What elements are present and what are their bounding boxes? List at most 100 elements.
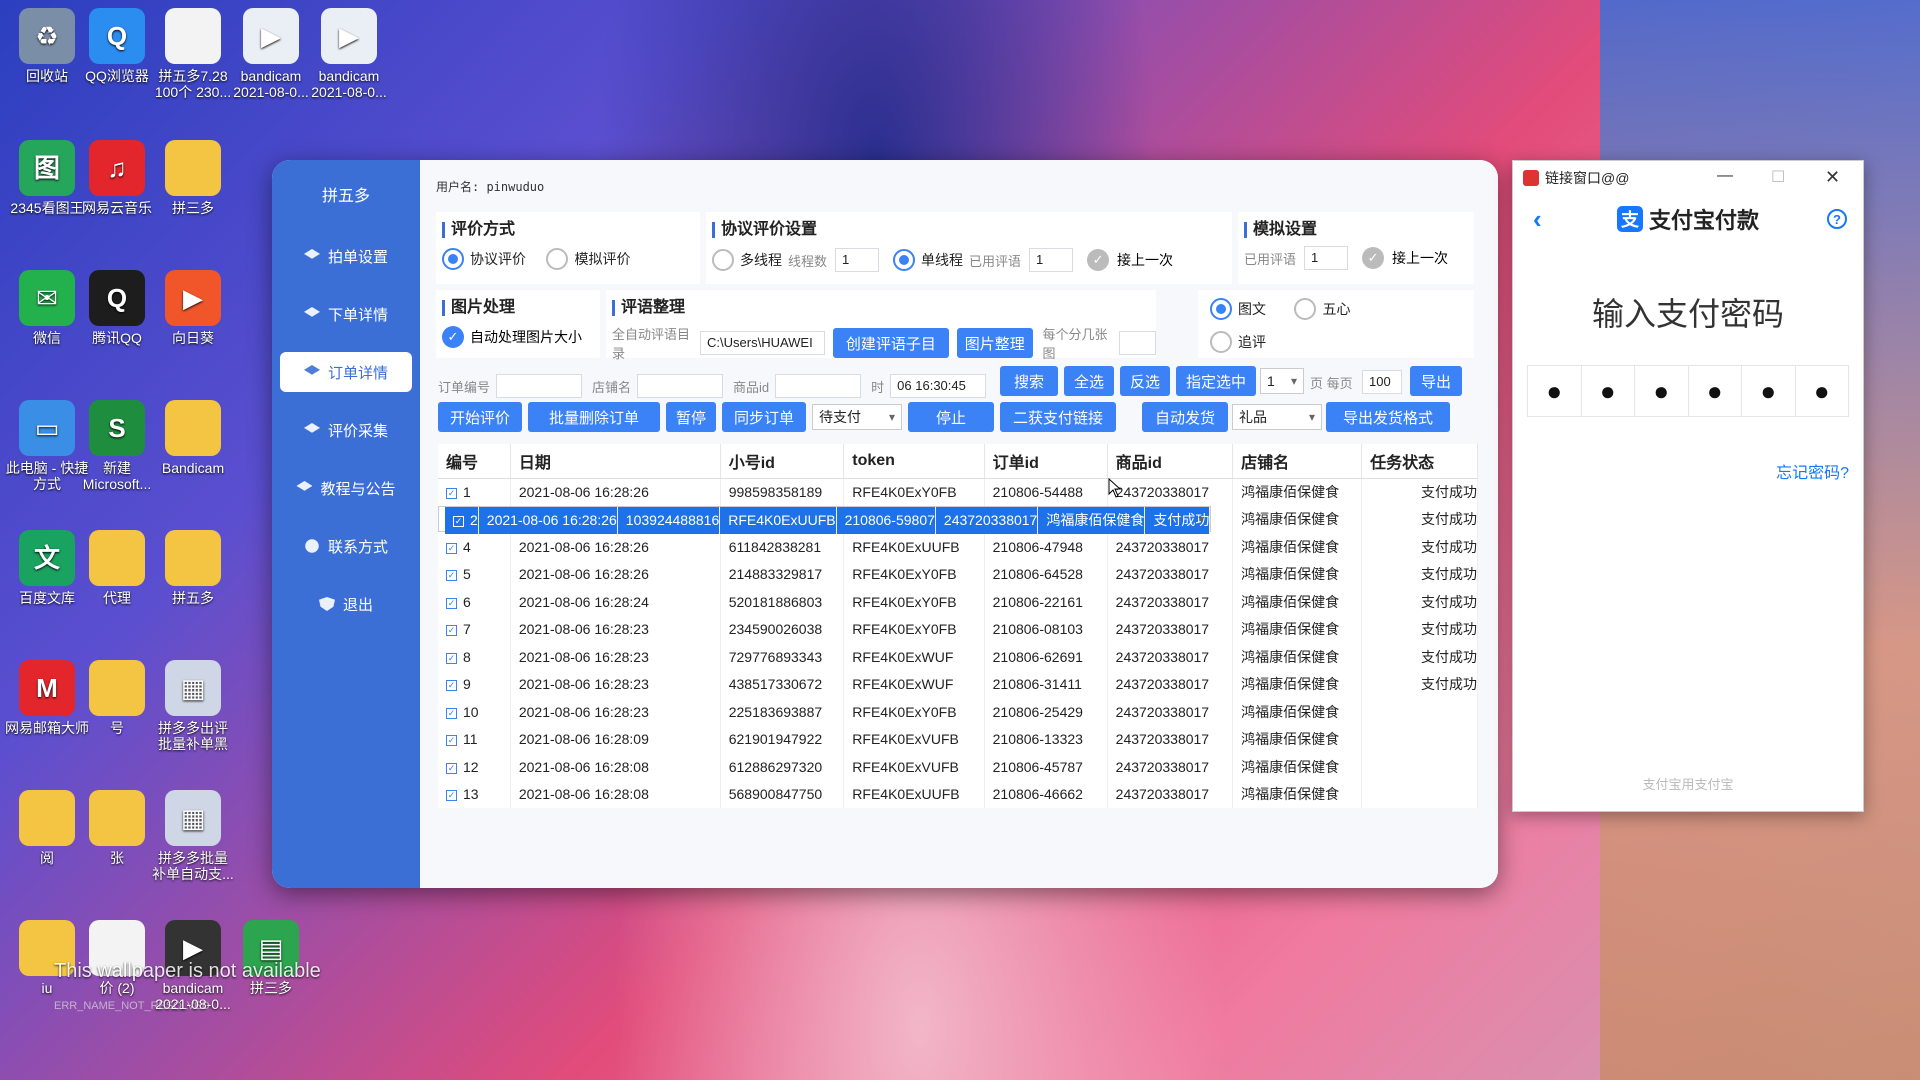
row-checkbox[interactable]: ✓ (446, 570, 457, 582)
desktop-icon[interactable]: ▶ bandicam 2021-08-0... (226, 8, 316, 100)
pause-button[interactable]: 暂停 (666, 402, 716, 432)
column-header[interactable]: 日期 (510, 444, 721, 479)
table-row[interactable]: ✓ 5 2021-08-06 16:28:26 214883329817 RFE4K0E… (438, 560, 1478, 588)
stop-button[interactable]: 停止 (908, 402, 994, 432)
table-row[interactable]: ✓ 1 2021-08-06 16:28:26 998598358189 RFE4K0E… (438, 478, 1478, 506)
row-checkbox[interactable]: ✓ (446, 625, 457, 637)
row-checkbox[interactable]: ✓ (446, 487, 457, 499)
auto-resize-check-icon[interactable]: ✓ (442, 326, 464, 348)
radio-image-text[interactable]: 图文 (1210, 298, 1266, 320)
table-row[interactable]: ✓ 10 2021-08-06 16:28:23 225183693887 RFE4K0… (438, 698, 1478, 726)
table-row[interactable]: ✓ 12 2021-08-06 16:28:08 612886297320 RFE4K0… (438, 753, 1478, 781)
pay-maximize-icon[interactable]: ☐ (1771, 167, 1785, 187)
page-select[interactable]: 1 (1260, 368, 1304, 394)
order-id-input[interactable] (496, 374, 583, 398)
shop-input[interactable] (637, 374, 724, 398)
table-cell: 鸿福康佰保健食 (1232, 588, 1363, 616)
row-checkbox[interactable]: ✓ (446, 680, 457, 692)
threads-input[interactable]: 1 (835, 248, 880, 272)
export-button[interactable]: 导出 (1410, 366, 1462, 396)
row-checkbox[interactable]: ✓ (446, 542, 457, 554)
help-icon[interactable]: ? (1827, 209, 1847, 229)
table-cell: ✓ 10 (438, 698, 511, 726)
table-row[interactable]: ✓ 2 2021-08-06 16:28:26 103924488816 RFE4K0E… (438, 505, 1212, 534)
radio-follow-up[interactable]: 追评 (1210, 331, 1266, 353)
desktop-icon[interactable]: ▦ 拼多多批量 补单自动支... (148, 790, 238, 882)
radio-five-heart[interactable]: 五心 (1294, 298, 1350, 320)
create-subdir-button[interactable]: 创建评语子目 (832, 328, 949, 358)
column-header[interactable]: 店铺名 (1232, 444, 1363, 479)
desktop-icon[interactable]: ▦ 拼多多出评 批量补单黑 (148, 660, 238, 752)
sidebar-item[interactable]: 评价采集 (280, 410, 412, 450)
desktop-icon[interactable]: ▶ bandicam 2021-08-0... (304, 8, 394, 100)
radio-multi-thread[interactable]: 多线程 (712, 249, 782, 271)
image-org-button[interactable]: 图片整理 (956, 328, 1033, 358)
search-button[interactable]: 搜索 (1000, 366, 1058, 396)
column-header[interactable]: 编号 (438, 444, 511, 479)
row-checkbox[interactable]: ✓ (446, 597, 457, 609)
sim-continue-check-icon[interactable]: ✓ (1362, 247, 1385, 269)
sidebar-item[interactable]: 联系方式 (280, 526, 412, 566)
column-header[interactable]: 商品id (1107, 444, 1234, 479)
status-select[interactable]: 待支付 (812, 404, 902, 430)
row-checkbox[interactable]: ✓ (446, 707, 457, 719)
password-input[interactable]: ● ● ● ● ● ● (1527, 365, 1849, 417)
sidebar-item[interactable]: 下单详情 (280, 294, 412, 334)
forgot-password-link[interactable]: 忘记密码? (1513, 459, 1849, 483)
row-checkbox[interactable]: ✓ (446, 762, 457, 774)
per-page-input[interactable]: 100 (1362, 370, 1402, 394)
sidebar-item[interactable]: 订单详情 (280, 352, 412, 392)
desktop-icon[interactable]: 拼三多 (148, 140, 238, 216)
per-images-input[interactable] (1119, 331, 1156, 355)
radio-single-thread[interactable]: 单线程 (893, 249, 963, 271)
column-header[interactable]: 任务状态 (1361, 444, 1478, 479)
pay-close-icon[interactable]: ✕ (1825, 167, 1840, 188)
radio-simulate-review[interactable]: 模拟评价 (546, 248, 630, 270)
select-all-button[interactable]: 全选 (1064, 366, 1114, 396)
sim-used-input[interactable]: 1 (1304, 246, 1349, 270)
table-row[interactable]: ✓ 13 2021-08-06 16:28:08 568900847750 RFE4K0… (438, 780, 1478, 808)
continue-check-icon[interactable]: ✓ (1087, 249, 1110, 271)
row-checkbox[interactable]: ✓ (453, 516, 464, 528)
table-row[interactable]: ✓ 7 2021-08-06 16:28:23 234590026038 RFE4K0E… (438, 615, 1478, 643)
table-row[interactable]: ✓ 11 2021-08-06 16:28:09 621901947922 RFE4K0… (438, 725, 1478, 753)
row-checkbox[interactable]: ✓ (446, 652, 457, 664)
row-checkbox[interactable]: ✓ (446, 735, 457, 747)
table-row[interactable]: ✓ 4 2021-08-06 16:28:26 611842838281 RFE4K0E… (438, 533, 1478, 561)
row-checkbox[interactable]: ✓ (446, 790, 457, 802)
second-pay-link-button[interactable]: 二获支付链接 (1000, 402, 1116, 432)
table-row[interactable]: ✓ 9 2021-08-06 16:28:23 438517330672 RFE4K0E… (438, 670, 1478, 698)
radio-protocol-review[interactable]: 协议评价 (442, 248, 526, 270)
sidebar-item[interactable]: 退出 (280, 584, 412, 624)
table-cell: 鸿福康佰保健食 (1232, 753, 1363, 781)
start-review-button[interactable]: 开始评价 (438, 402, 522, 432)
sidebar-item[interactable]: 拍单设置 (280, 236, 412, 276)
goods-input[interactable] (775, 374, 862, 398)
app-icon (19, 790, 75, 846)
desktop-icon[interactable]: ▤ 拼三多 (226, 920, 316, 996)
time-input[interactable]: 06 16:30:45 (890, 374, 987, 398)
sidebar-item[interactable]: 教程与公告 (280, 468, 412, 508)
auto-ship-button[interactable]: 自动发货 (1142, 402, 1228, 432)
table-row[interactable]: ✓ 8 2021-08-06 16:28:23 729776893343 RFE4K0E… (438, 643, 1478, 671)
export-ship-format-button[interactable]: 导出发货格式 (1326, 402, 1450, 432)
column-header[interactable]: token (843, 444, 985, 479)
dir-input[interactable]: C:\Users\HUAWEI (700, 331, 825, 355)
desktop-icon[interactable]: ▶ 向日葵 (148, 270, 238, 346)
desktop-icon[interactable]: 拼五多7.28 100个 230... (148, 8, 238, 100)
pay-minimize-icon[interactable]: — (1717, 167, 1733, 185)
desktop-icon[interactable]: Bandicam (148, 400, 238, 476)
column-header[interactable]: 订单id (984, 444, 1108, 479)
app-icon (89, 530, 145, 586)
batch-delete-button[interactable]: 批量删除订单 (528, 402, 660, 432)
desktop-icon[interactable]: 拼五多 (148, 530, 238, 606)
column-header[interactable]: 小号id (720, 444, 845, 479)
specify-selected-button[interactable]: 指定选中 (1176, 366, 1256, 396)
invert-button[interactable]: 反选 (1120, 366, 1170, 396)
gift-select[interactable]: 礼品 (1232, 404, 1322, 430)
table-row[interactable]: ✓ 6 2021-08-06 16:28:24 520181886803 RFE4K0E… (438, 588, 1478, 616)
back-arrow-icon[interactable]: ‹ (1533, 204, 1542, 235)
sync-orders-button[interactable]: 同步订单 (722, 402, 806, 432)
table-cell: 210806-59807 (836, 506, 936, 534)
used-reviews-input[interactable]: 1 (1029, 248, 1074, 272)
